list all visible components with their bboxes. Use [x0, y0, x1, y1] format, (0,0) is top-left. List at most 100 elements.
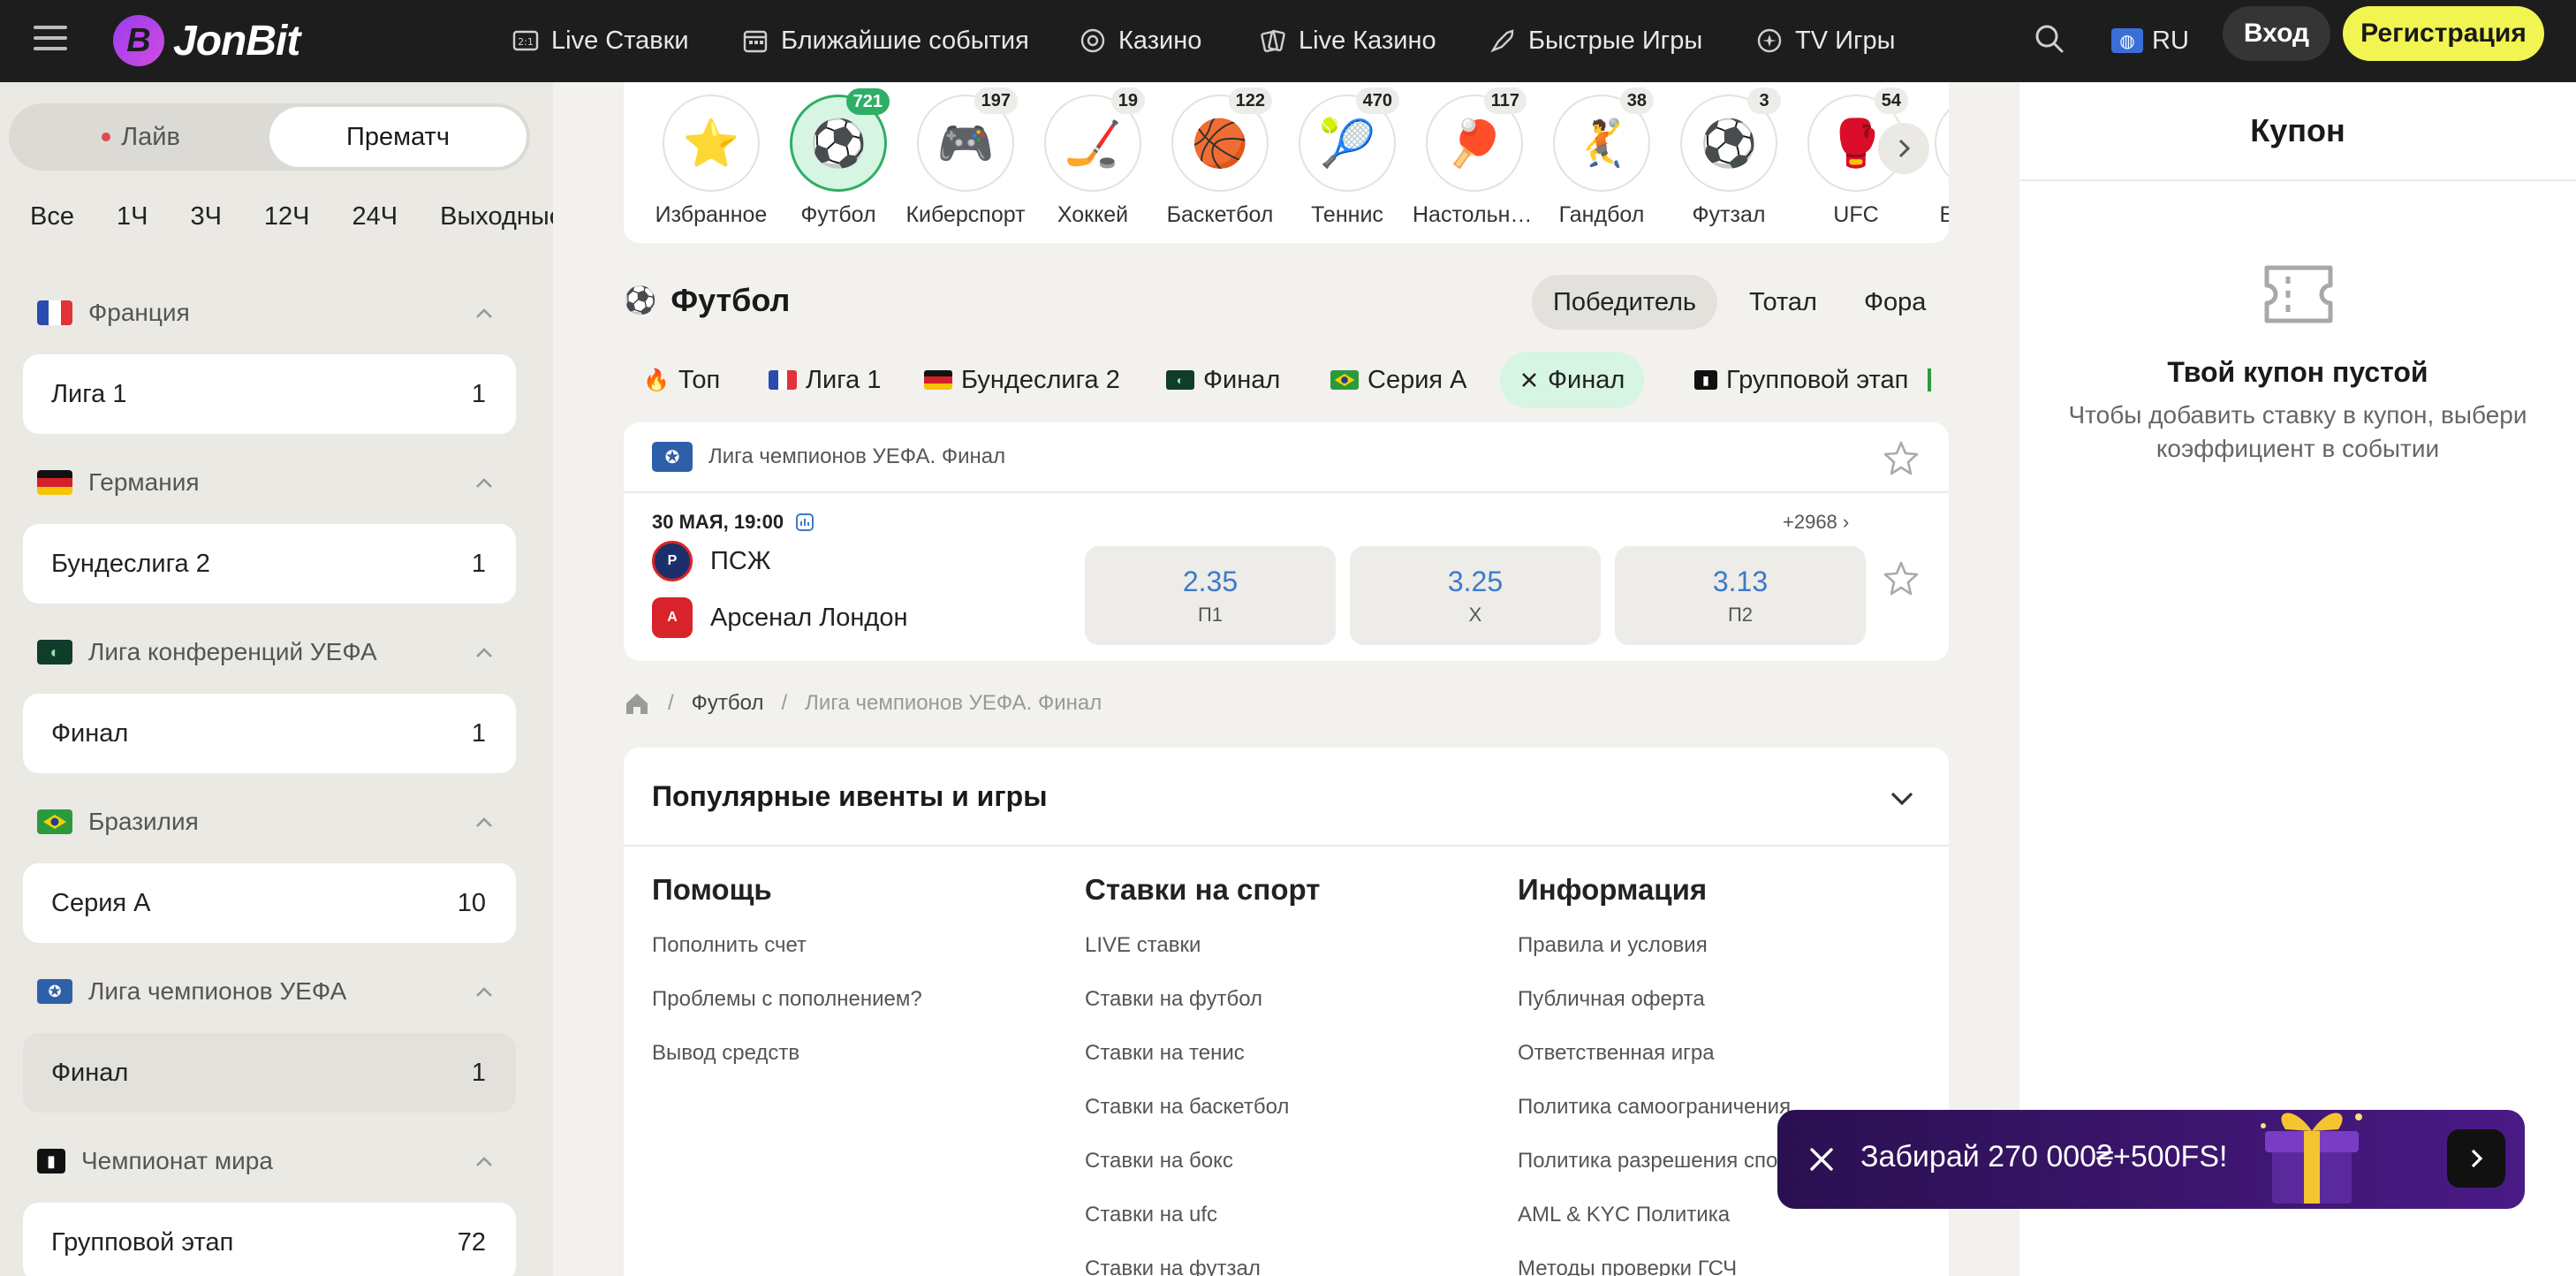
market-tab-total[interactable]: Тотал: [1728, 275, 1838, 330]
league-row[interactable]: Лига 1 1: [23, 354, 516, 434]
chevron-down-icon[interactable]: [1887, 783, 1917, 813]
market-tab-winner[interactable]: Победитель: [1532, 275, 1718, 330]
sport-basketball[interactable]: 🏀 122 Баскетбол: [1154, 87, 1286, 228]
footer-link[interactable]: Проблемы с пополнением?: [652, 987, 922, 1041]
sport-football[interactable]: ⚽ 721 Футбол: [772, 88, 905, 228]
market-tab-handicap[interactable]: Фора: [1843, 275, 1947, 330]
league-row[interactable]: Серия А 10: [23, 863, 516, 943]
footer-link[interactable]: Пополнить счет: [652, 933, 922, 987]
nav-casino[interactable]: Казино: [1080, 18, 1201, 64]
chevron-right-icon: [1898, 139, 1911, 158]
chip-top[interactable]: 🔥 Топ: [624, 352, 739, 408]
event-league: Лига чемпионов УЕФА. Финал: [708, 444, 1006, 468]
time-filter-all[interactable]: Все: [30, 202, 74, 232]
language-selector[interactable]: ◍ RU: [2111, 19, 2189, 62]
search-icon[interactable]: [2032, 21, 2067, 57]
chip-group-stage[interactable]: ▮ Групповой этап: [1675, 352, 1928, 408]
footer-link[interactable]: Ставки на футбол: [1085, 987, 1320, 1041]
calendar-icon: [743, 30, 768, 53]
footer-link[interactable]: Ставки на ufc: [1085, 1203, 1320, 1257]
breadcrumb-sport[interactable]: Футбол: [692, 691, 764, 716]
footer-link[interactable]: AML & KYC Политика: [1518, 1203, 1813, 1257]
sport-label: Настольный теннис: [1413, 202, 1536, 227]
time-filter-24h[interactable]: 24Ч: [352, 202, 398, 232]
register-button[interactable]: Регистрация: [2343, 6, 2544, 61]
country-brazil[interactable]: Бразилия: [23, 780, 516, 863]
time-filter-3h[interactable]: 3Ч: [190, 202, 221, 232]
team-name: ПСЖ: [710, 546, 771, 575]
live-dot-icon: [102, 133, 111, 141]
popular-events-toggle[interactable]: Популярные ивенты и игры: [624, 748, 1949, 847]
footer-link[interactable]: Ставки на тенис: [1085, 1041, 1320, 1095]
footer-link[interactable]: Политика разрешения споров: [1518, 1149, 1813, 1203]
league-row-selected[interactable]: Финал 1: [23, 1033, 516, 1113]
football-icon: ⚽ 721: [790, 88, 890, 192]
cards-icon: [1261, 29, 1285, 53]
home-icon[interactable]: [624, 690, 650, 717]
sport-handball[interactable]: 🤾 38 Гандбол: [1535, 87, 1668, 228]
nav-upcoming[interactable]: Ближайшие события: [742, 18, 1029, 64]
promo-banner[interactable]: Забирай 270 000₴+500FS!: [1777, 1110, 2525, 1209]
favorite-league-star-icon[interactable]: [1882, 438, 1921, 477]
chip-bundesliga2[interactable]: Бундеслига 2: [905, 352, 1140, 408]
odd-draw[interactable]: 3.25 Х: [1350, 546, 1601, 645]
nav-fast-games[interactable]: Быстрые Игры: [1489, 18, 1702, 64]
footer-link[interactable]: Методы проверки ГСЧ: [1518, 1257, 1813, 1276]
event-league-header[interactable]: ✪ Лига чемпионов УЕФА. Финал: [624, 422, 1949, 493]
sport-esports[interactable]: 🎮 197 Киберспорт: [899, 87, 1032, 228]
nav-live-casino[interactable]: Live Казино: [1260, 18, 1436, 64]
menu-icon[interactable]: [34, 21, 67, 55]
chevron-up-icon: [476, 987, 492, 997]
chip-ucl-final-active[interactable]: Финал: [1500, 352, 1645, 408]
league-row[interactable]: Бундеслига 2 1: [23, 524, 516, 604]
chip-ligue1[interactable]: Лига 1: [749, 352, 901, 408]
odd-away-win[interactable]: 3.13 П2: [1615, 546, 1866, 645]
sport-hockey[interactable]: 🏒 19 Хоккей: [1027, 87, 1159, 228]
chip-more[interactable]: [1928, 352, 1931, 408]
stats-icon[interactable]: [794, 512, 815, 533]
chip-uecl-final[interactable]: ◐ Финал: [1147, 352, 1299, 408]
footer-link[interactable]: Публичная оферта: [1518, 987, 1813, 1041]
sport-futsal[interactable]: ⚽ 3 Футзал: [1663, 87, 1795, 228]
nav-live-bets[interactable]: 2:1 Live Ставки: [512, 18, 689, 64]
football-icon: ⚽: [624, 285, 657, 315]
favorite-event-star-icon[interactable]: [1882, 558, 1921, 597]
sport-count: 38: [1619, 87, 1654, 114]
country-germany[interactable]: Германия: [23, 441, 516, 524]
sport-table-tennis[interactable]: 🏓 117 Настольный теннис: [1408, 87, 1541, 228]
close-icon[interactable]: [1804, 1142, 1839, 1177]
mode-live[interactable]: Лайв: [12, 107, 269, 167]
time-filter-weekend[interactable]: Выходные: [440, 202, 553, 232]
league-name: Серия А: [51, 888, 151, 917]
sport-tennis[interactable]: 🎾 470 Теннис: [1281, 87, 1413, 228]
footer-link[interactable]: Ставки на футзал: [1085, 1257, 1320, 1276]
close-icon[interactable]: [1519, 370, 1539, 390]
chip-serie-a[interactable]: Серия А: [1311, 352, 1487, 408]
footer-link[interactable]: Ставки на баскетбол: [1085, 1095, 1320, 1149]
country-world-cup[interactable]: ▮ Чемпионат мира: [23, 1120, 516, 1203]
country-uecl[interactable]: ◐ Лига конференций УЕФА: [23, 611, 516, 694]
time-filter-1h[interactable]: 1Ч: [117, 202, 148, 232]
odd-home-win[interactable]: 2.35 П1: [1085, 546, 1336, 645]
footer-link[interactable]: Правила и условия: [1518, 933, 1813, 987]
more-markets-link[interactable]: +2968 ›: [1783, 511, 1849, 534]
footer-col-title: Ставки на спорт: [1085, 873, 1321, 906]
footer-link[interactable]: Политика самоограничения: [1518, 1095, 1813, 1149]
sport-favorites[interactable]: ⭐ Избранное: [645, 95, 777, 228]
league-row[interactable]: Финал 1: [23, 694, 516, 773]
svg-text:2:1: 2:1: [518, 36, 534, 48]
footer-link[interactable]: Ставки на бокс: [1085, 1149, 1320, 1203]
nav-tv-games[interactable]: TV Игры: [1756, 18, 1896, 64]
footer-link[interactable]: Вывод средств: [652, 1041, 922, 1095]
logo[interactable]: B JonBit: [113, 5, 300, 76]
footer-link[interactable]: Ответственная игра: [1518, 1041, 1813, 1095]
mode-prematch[interactable]: Прематч: [269, 107, 527, 167]
login-button[interactable]: Вход: [2223, 6, 2330, 61]
footer-link[interactable]: LIVE ставки: [1085, 933, 1320, 987]
country-ucl[interactable]: ✪ Лига чемпионов УЕФА: [23, 950, 516, 1033]
time-filter-12h[interactable]: 12Ч: [264, 202, 310, 232]
league-row[interactable]: Групповой этап 72: [23, 1203, 516, 1276]
country-france[interactable]: Франция: [23, 271, 516, 354]
promo-go-button[interactable]: [2447, 1129, 2505, 1188]
strip-next-button[interactable]: [1878, 123, 1929, 174]
